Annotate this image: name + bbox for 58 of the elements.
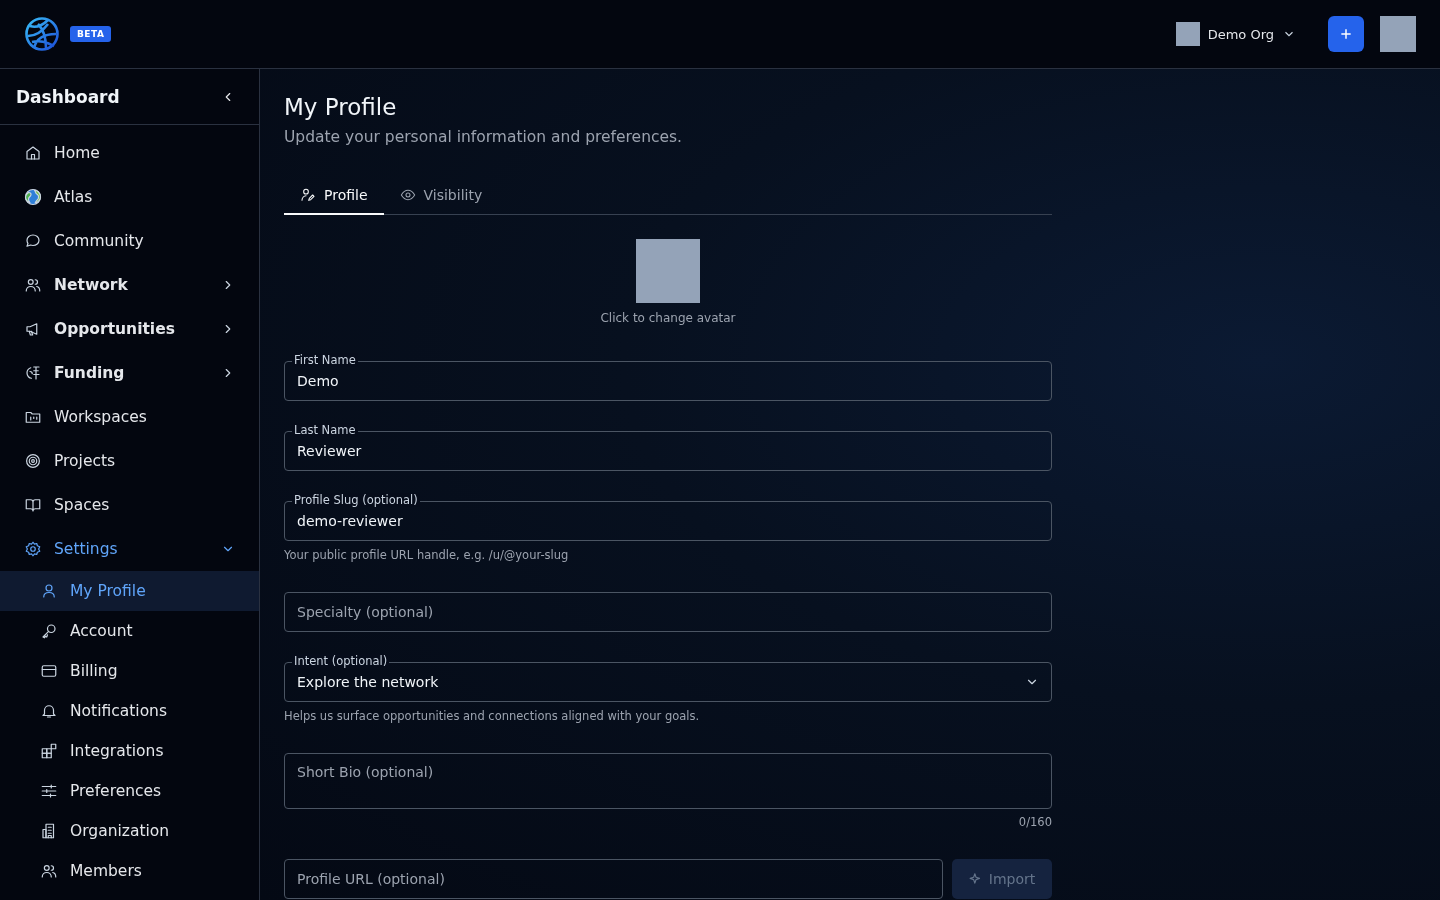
sidebar-subitem[interactable]: Preferences	[0, 771, 259, 811]
url-field[interactable]: Profile URL (optional)	[284, 859, 943, 899]
eye-icon	[399, 187, 416, 203]
helper-text: Your public profile URL handle, e.g. /u/@your-slug	[284, 548, 570, 562]
sidebar-item[interactable]: Opportunities	[0, 307, 259, 351]
book-icon	[24, 496, 42, 514]
helper-text: Helps us surface opportunities and connections aligned with your goals.	[284, 709, 701, 723]
field-label: Profile Slug (optional)	[292, 493, 420, 507]
field-label: First Name	[292, 353, 358, 367]
sidebar-item[interactable]: Workspaces	[0, 395, 259, 439]
page-subtitle: Update your personal information and preferences.	[284, 127, 684, 148]
organization-switcher[interactable]: Demo Org	[1175, 22, 1296, 46]
user-icon	[40, 582, 58, 600]
plus-icon	[1338, 26, 1354, 42]
users-icon	[40, 862, 58, 880]
sidebar-subitem[interactable]: My Profile	[0, 571, 259, 611]
page-title: My Profile	[284, 93, 398, 122]
key-icon	[40, 622, 58, 640]
globe-logo-icon[interactable]	[24, 16, 60, 52]
sliders-icon	[40, 782, 58, 800]
sidebar-item[interactable]: Network	[0, 263, 259, 307]
target-icon	[24, 452, 42, 470]
sidebar-item[interactable]: Projects	[0, 439, 259, 483]
add-button[interactable]	[1328, 16, 1364, 52]
globe-icon	[24, 188, 42, 206]
organization-avatar	[1175, 22, 1200, 46]
sidebar-item[interactable]: Home	[0, 131, 259, 175]
field-label: Intent (optional)	[292, 654, 390, 668]
sidebar-subitem[interactable]: Notifications	[0, 691, 259, 731]
card-icon	[40, 662, 58, 680]
home-icon	[24, 144, 42, 162]
sidebar-subitem[interactable]: Organization	[0, 811, 259, 851]
field-label: Last Name	[292, 423, 358, 437]
blocks-icon	[40, 742, 58, 760]
funding-icon	[24, 364, 42, 382]
sidebar-subitem[interactable]: Integrations	[0, 731, 259, 771]
avatar-caption: Click to change avatar	[600, 311, 736, 325]
textarea-field[interactable]: Short Bio (optional)	[284, 753, 1052, 809]
gear-icon	[24, 540, 42, 558]
users-icon	[24, 276, 42, 294]
character-counter: 0/160	[1018, 815, 1052, 829]
sidebar-item[interactable]: Atlas	[0, 175, 259, 219]
beta-badge: BETA	[70, 26, 112, 42]
sidebar-item[interactable]: Spaces	[0, 483, 259, 527]
chat-icon	[24, 232, 42, 250]
tab[interactable]: Visibility	[383, 177, 499, 215]
sidebar-item[interactable]: Settings	[0, 527, 259, 571]
sparkle-icon	[968, 872, 983, 886]
sidebar-title: Dashboard	[16, 86, 120, 107]
profile-icon	[300, 187, 316, 203]
sidebar-item[interactable]: Community	[0, 219, 259, 263]
sidebar-subitem[interactable]: Members	[0, 851, 259, 891]
sidebar-item[interactable]: Funding	[0, 351, 259, 395]
bell-icon	[40, 702, 58, 720]
tab[interactable]: Profile	[284, 177, 384, 215]
text-field[interactable]: Specialty (optional)	[284, 592, 1052, 632]
sidebar-subitem[interactable]: Account	[0, 611, 259, 651]
sidebar-subitem[interactable]: Billing	[0, 651, 259, 691]
